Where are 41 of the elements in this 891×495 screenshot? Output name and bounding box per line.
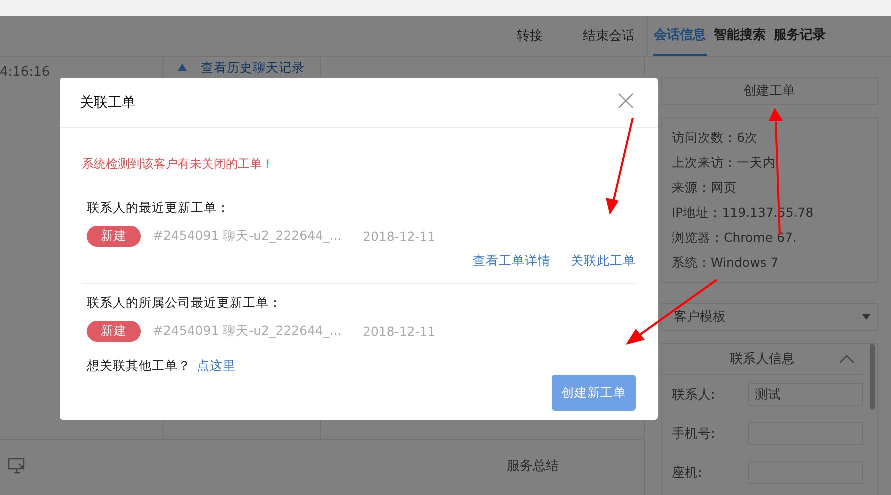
side-tab[interactable]: 会话信息 — [653, 16, 707, 56]
ticket-date: 2018-12-11 — [363, 324, 436, 339]
section-title: 联系人信息 — [730, 351, 795, 368]
section-heading: 联系人的所属公司最近更新工单： — [87, 295, 283, 312]
collapse-icon[interactable] — [839, 354, 855, 364]
history-link[interactable]: 查看历史聊天记录 — [201, 60, 305, 77]
visitor-info-line: 浏览器：Chrome 67. — [672, 229, 798, 247]
ticket-date: 2018-12-11 — [363, 229, 436, 244]
ticket-title: #2454091 聊天-u2_222644_... — [153, 228, 343, 245]
side-tab[interactable]: 服务记录 — [773, 16, 827, 56]
create-new-ticket-button[interactable]: 创建新工单 — [552, 375, 636, 411]
ticket-title: #2454091 聊天-u2_222644_... — [153, 323, 343, 340]
dialog-title: 关联工单 — [80, 94, 136, 112]
input-field[interactable]: 测试 — [748, 383, 863, 406]
up-triangle-icon — [178, 64, 187, 71]
click-here-link[interactable]: 点这里 — [197, 358, 236, 375]
field-label: 手机号: — [672, 426, 716, 442]
ticket-link[interactable]: 关联此工单 — [571, 253, 636, 270]
message-time: 4:16:16 — [0, 65, 50, 80]
field-label: 联系人: — [672, 386, 716, 404]
visitor-info-line: 上次来访：一天内 — [672, 154, 777, 172]
visitor-info-line: 来源：网页 — [672, 179, 738, 197]
field-label: 座机: — [672, 464, 704, 482]
chat-action-button[interactable]: 转接 — [517, 27, 543, 45]
status-badge: 新建 — [87, 226, 141, 247]
summary-tab[interactable]: 服务总结 — [507, 456, 559, 474]
other-ticket-prompt: 想关联其他工单？ — [87, 358, 191, 375]
chat-action-button[interactable]: 结束会话 — [583, 27, 635, 45]
visitor-info-line: 访问次数：6次 — [672, 129, 759, 147]
visitor-info-line: 系统：Windows 7 — [672, 254, 780, 272]
template-select[interactable]: 客户模板 — [661, 303, 878, 331]
ticket-link[interactable]: 查看工单详情 — [473, 253, 551, 270]
scrollbar[interactable] — [870, 344, 875, 410]
dropdown-icon — [862, 314, 871, 320]
screen-share-icon[interactable] — [8, 458, 26, 474]
close-icon[interactable] — [618, 92, 634, 108]
status-badge: 新建 — [87, 321, 141, 342]
section-heading: 联系人的最近更新工单： — [87, 200, 231, 217]
create-ticket-button[interactable]: 创建工单 — [661, 77, 878, 105]
warning-message: 系统检测到该客户有未关闭的工单！ — [82, 156, 275, 173]
side-tab[interactable]: 智能搜索 — [713, 16, 767, 56]
